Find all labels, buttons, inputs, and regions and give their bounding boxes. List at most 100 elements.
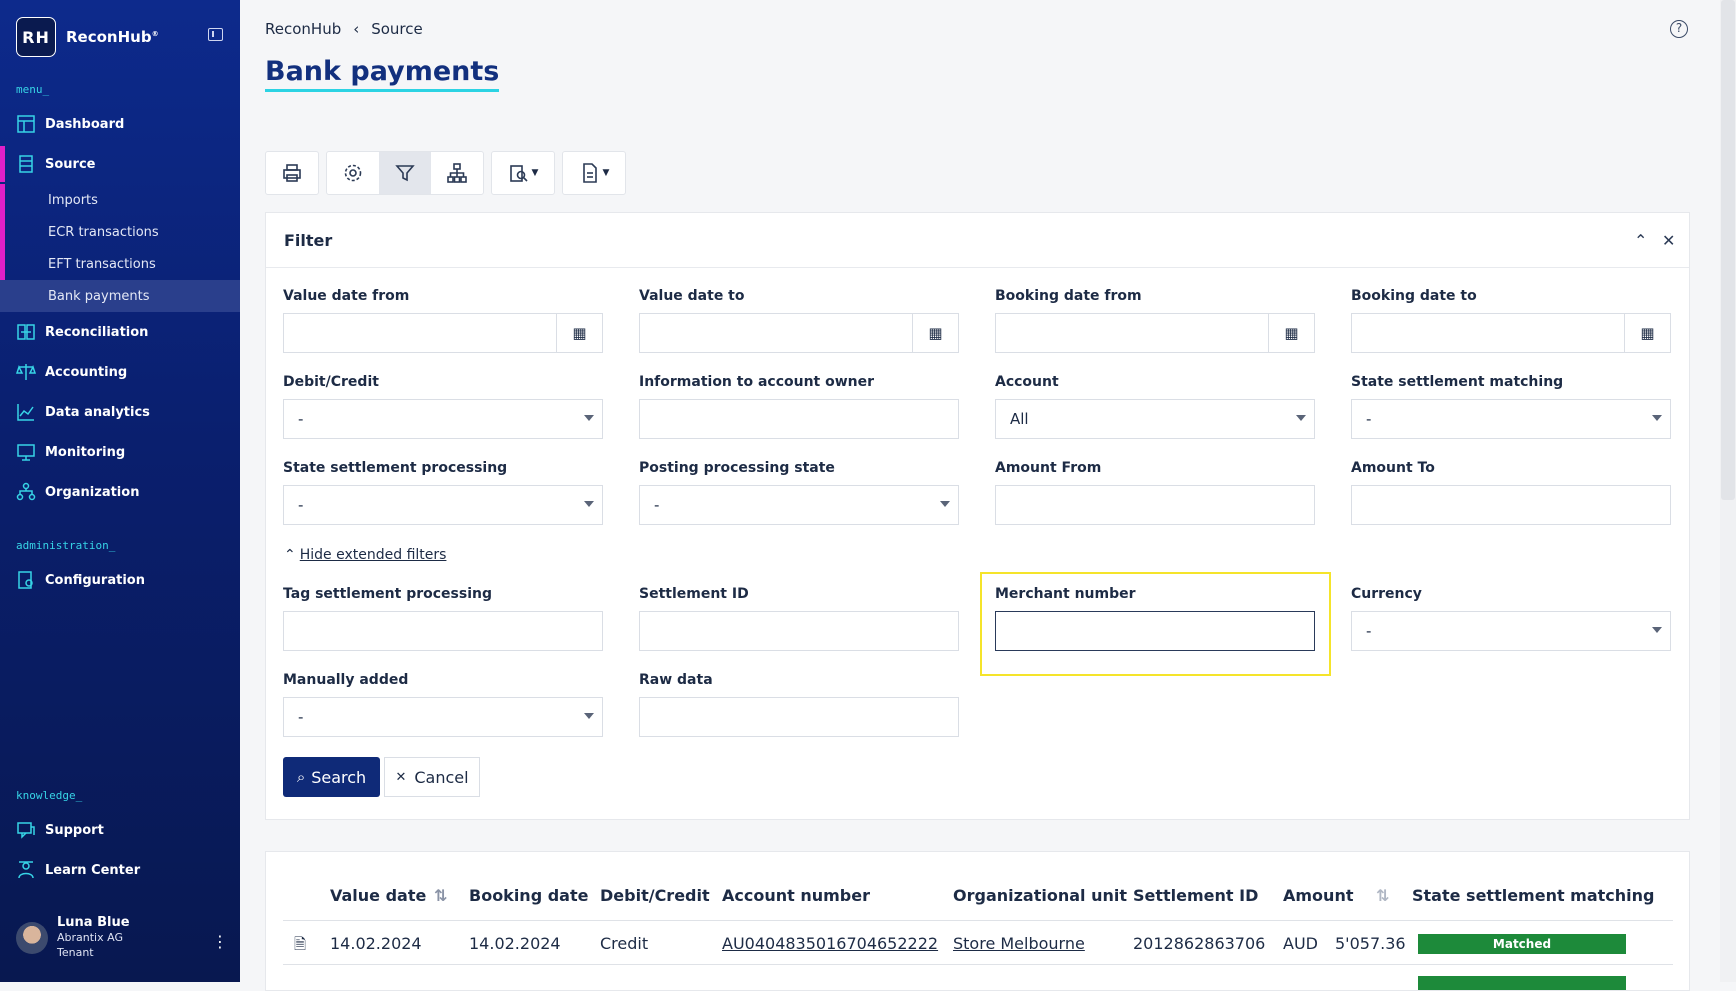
- chart-icon: [17, 404, 34, 421]
- chat-icon: [17, 822, 35, 839]
- filter-icon: [395, 165, 415, 182]
- gear-icon: [344, 164, 362, 182]
- settlement-id-input[interactable]: [639, 611, 959, 651]
- sort-icon[interactable]: ⇅: [1376, 886, 1389, 905]
- sidebar-item-label: Reconciliation: [45, 324, 149, 340]
- column-header-amount[interactable]: Amount: [1283, 886, 1353, 905]
- sidebar-subitem-bank-payments[interactable]: Bank payments: [0, 280, 240, 312]
- calendar-icon[interactable]: ▦: [912, 314, 958, 352]
- document-icon[interactable]: 🗎: [294, 934, 306, 959]
- sidebar-item-learn-center[interactable]: Learn Center: [0, 852, 240, 888]
- print-button[interactable]: [266, 152, 318, 194]
- sidebar-item-support[interactable]: Support: [0, 812, 240, 848]
- breadcrumb-current[interactable]: Source: [371, 20, 423, 38]
- account-select[interactable]: All: [995, 399, 1315, 439]
- sidebar-subitem-imports[interactable]: Imports: [0, 184, 240, 216]
- sidebar-item-accounting[interactable]: Accounting: [0, 354, 240, 390]
- calendar-icon[interactable]: ▦: [1268, 314, 1314, 352]
- manually-added-select[interactable]: -: [283, 697, 603, 737]
- document-icon: [582, 163, 597, 183]
- column-header-state-settlement-matching[interactable]: State settlement matching: [1412, 886, 1655, 905]
- debit-credit-select[interactable]: -: [283, 399, 603, 439]
- state-settlement-processing-select[interactable]: -: [283, 485, 603, 525]
- learn-icon: [18, 861, 34, 879]
- sidebar-item-label: Learn Center: [45, 862, 141, 878]
- breadcrumb-root[interactable]: ReconHub: [265, 20, 341, 38]
- value-date-from-input[interactable]: ▦: [283, 313, 603, 353]
- column-header-org-unit[interactable]: Organizational unit: [953, 886, 1127, 905]
- section-label-menu: menu_: [16, 83, 50, 96]
- value-date-to-input[interactable]: ▦: [639, 313, 959, 353]
- merchant-number-input[interactable]: [995, 611, 1315, 651]
- user-profile[interactable]: Luna Blue Abrantix AG Tenant: [16, 915, 130, 960]
- filter-button[interactable]: [379, 152, 431, 194]
- calendar-icon[interactable]: ▦: [1624, 314, 1670, 352]
- chevron-down-icon: [1652, 415, 1662, 421]
- state-settlement-processing-field: State settlement processing -: [283, 460, 603, 525]
- sidebar-item-reconciliation[interactable]: Reconciliation: [0, 314, 240, 350]
- booking-date-to-input[interactable]: ▦: [1351, 313, 1671, 353]
- column-header-settlement-id[interactable]: Settlement ID: [1133, 886, 1258, 905]
- help-icon[interactable]: ?: [1670, 20, 1688, 38]
- sidebar-item-source[interactable]: Source: [0, 146, 240, 182]
- filter-panel: Filter ⌃ ✕ Value date from ▦ Value date …: [265, 212, 1690, 820]
- amount-from-input[interactable]: [995, 485, 1315, 525]
- section-label-knowledge: knowledge_: [16, 789, 83, 802]
- hierarchy-button[interactable]: [431, 152, 483, 194]
- header-divider: [283, 920, 1673, 921]
- report-dropdown-button[interactable]: ▼: [492, 152, 554, 194]
- raw-data-input[interactable]: [639, 697, 959, 737]
- sidebar-item-label: Data analytics: [45, 404, 150, 420]
- user-name: Luna Blue: [57, 915, 130, 930]
- amount-to-input[interactable]: [1351, 485, 1671, 525]
- collapse-panel-icon[interactable]: ⌃: [1634, 231, 1647, 250]
- column-header-account-number[interactable]: Account number: [722, 886, 870, 905]
- sort-icon[interactable]: ⇅: [434, 886, 447, 905]
- currency-select[interactable]: -: [1351, 611, 1671, 651]
- app-logo[interactable]: RH ReconHub®: [16, 17, 159, 57]
- status-badge: Matched: [1418, 934, 1626, 954]
- cancel-button[interactable]: ✕ Cancel: [384, 757, 480, 797]
- close-icon[interactable]: ✕: [1662, 231, 1675, 250]
- section-label-administration: administration_: [16, 539, 116, 552]
- chevron-down-icon: [584, 713, 594, 719]
- monitor-icon: [17, 444, 35, 461]
- state-settlement-matching-select[interactable]: -: [1351, 399, 1671, 439]
- sidebar-item-monitoring[interactable]: Monitoring: [0, 434, 240, 470]
- posting-processing-state-select[interactable]: -: [639, 485, 959, 525]
- cell-debit-credit: Credit: [600, 934, 649, 953]
- info-owner-input[interactable]: [639, 399, 959, 439]
- value-date-from-field: Value date from ▦: [283, 288, 603, 353]
- chevron-down-icon: [584, 415, 594, 421]
- config-icon: [18, 571, 33, 589]
- column-header-value-date[interactable]: Value date: [330, 886, 426, 905]
- calendar-icon[interactable]: ▦: [556, 314, 602, 352]
- tag-settlement-processing-input[interactable]: [283, 611, 603, 651]
- org-icon: [16, 482, 36, 501]
- sidebar-item-configuration[interactable]: Configuration: [0, 562, 240, 598]
- sidebar-subitem-ecr[interactable]: ECR transactions: [0, 216, 240, 248]
- cell-settlement-id: 2012862863706: [1133, 934, 1266, 953]
- search-icon: ⌕: [296, 768, 306, 786]
- booking-date-from-input[interactable]: ▦: [995, 313, 1315, 353]
- logo-mark: RH: [16, 17, 56, 57]
- sidebar-subitem-eft[interactable]: EFT transactions: [0, 248, 240, 280]
- cell-account-link[interactable]: AU0404835016704652222: [722, 934, 938, 953]
- user-menu-icon[interactable]: ⋮: [212, 932, 228, 951]
- hide-extended-filters-link[interactable]: ⌃ Hide extended filters: [284, 547, 446, 563]
- column-header-debit-credit[interactable]: Debit/Credit: [600, 886, 710, 905]
- search-button[interactable]: ⌕ Search: [283, 757, 380, 797]
- sidebar: RH ReconHub® menu_ Dashboard Source Impo…: [0, 0, 240, 982]
- sidebar-item-dashboard[interactable]: Dashboard: [0, 106, 240, 142]
- export-dropdown-button[interactable]: ▼: [563, 152, 625, 194]
- sidebar-item-organization[interactable]: Organization: [0, 474, 240, 510]
- scrollbar-thumb[interactable]: [1721, 0, 1735, 500]
- column-header-booking-date[interactable]: Booking date: [469, 886, 588, 905]
- collapse-sidebar-icon[interactable]: [208, 28, 223, 41]
- main-content: ReconHub ‹ Source ? Bank payments ▼ ▼ Fi…: [240, 0, 1720, 991]
- chevron-down-icon: [584, 501, 594, 507]
- settings-button[interactable]: [327, 152, 379, 194]
- sidebar-item-data-analytics[interactable]: Data analytics: [0, 394, 240, 430]
- cell-org-unit-link[interactable]: Store Melbourne: [953, 934, 1085, 953]
- cell-booking-date: 14.02.2024: [469, 934, 561, 953]
